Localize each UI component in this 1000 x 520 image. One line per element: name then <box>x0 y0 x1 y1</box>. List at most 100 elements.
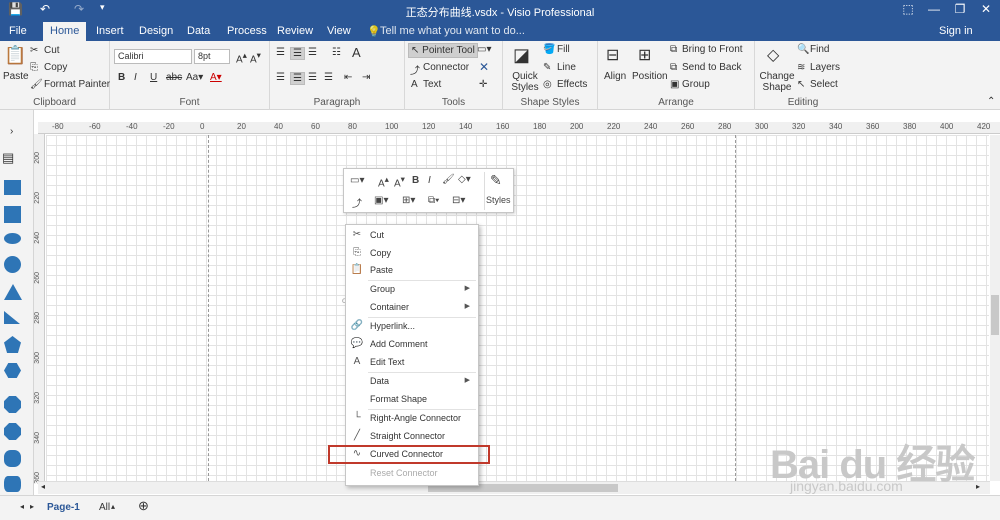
strikethrough-icon[interactable]: abc <box>166 72 182 83</box>
paste-icon[interactable]: 📋 <box>4 45 26 66</box>
menu-item-format-shape[interactable]: Format Shape <box>346 392 478 409</box>
quick-styles-icon[interactable]: ◪ <box>513 45 530 66</box>
pentagon-shape-icon[interactable] <box>4 336 21 353</box>
text-tool-button[interactable]: Text <box>423 79 441 90</box>
underline-icon[interactable]: U <box>150 72 157 83</box>
align-center-icon[interactable]: ☰ <box>290 72 305 85</box>
tab-home[interactable]: Home <box>43 22 87 41</box>
can-shape-icon[interactable] <box>4 476 21 492</box>
scroll-right-icon[interactable]: ▸ <box>976 482 980 491</box>
rectangle-shape-icon[interactable] <box>4 180 21 195</box>
menu-item-paste[interactable]: 📋 Paste <box>346 263 478 280</box>
align-button[interactable]: Align <box>604 71 626 82</box>
font-color-icon[interactable]: A▾ <box>210 72 222 83</box>
align-right-icon[interactable]: ☰ <box>308 72 317 83</box>
connector-tool-icon[interactable]: ⤴ <box>352 195 362 210</box>
font-size-select[interactable]: 8pt <box>194 49 230 64</box>
shrink-font-icon[interactable]: A▾ <box>250 50 261 65</box>
menu-item-cut[interactable]: ✂ Cut <box>346 228 478 245</box>
all-pages-arrow-icon[interactable]: ▴ <box>111 502 115 511</box>
align-top-icon[interactable]: ☰ <box>276 47 285 58</box>
vertical-scroll-thumb[interactable] <box>991 295 999 335</box>
close-button[interactable]: ✕ <box>974 2 998 16</box>
rectangle-shape-icon[interactable]: ▭▾ <box>477 44 491 55</box>
shape-style-icon[interactable]: ◇▾ <box>458 174 471 185</box>
align-middle-icon[interactable]: ☰ <box>290 47 305 60</box>
align-bottom-icon[interactable]: ☰ <box>308 47 317 58</box>
all-pages-tab[interactable]: All <box>99 502 110 513</box>
cut-button[interactable]: Cut <box>44 45 60 56</box>
square-shape-icon[interactable] <box>4 206 21 223</box>
find-button[interactable]: Find <box>810 44 829 55</box>
position-icon[interactable]: ⊞ <box>638 45 651 65</box>
scroll-left-icon[interactable]: ◂ <box>41 482 45 491</box>
fill-button[interactable]: Fill <box>557 44 570 55</box>
drawing-canvas[interactable]: o <box>46 135 989 481</box>
tab-review[interactable]: Review <box>277 25 313 37</box>
menu-item-hyperlink[interactable]: 🔗 Hyperlink... <box>346 319 478 336</box>
line-button[interactable]: Line <box>557 62 576 73</box>
styles-button[interactable]: Styles <box>486 195 511 205</box>
tell-me-box[interactable]: Tell me what you want to do... <box>380 25 525 37</box>
prev-page-icon[interactable]: ◂ <box>20 502 24 511</box>
align-left-icon[interactable]: ☰ <box>276 72 285 83</box>
menu-item-right-angle-connector[interactable]: └ Right-Angle Connector <box>346 411 478 428</box>
line-color-icon[interactable]: ⊞▾ <box>402 195 415 206</box>
menu-item-container[interactable]: Container ▶ <box>346 300 478 317</box>
hexagon-shape-icon[interactable] <box>4 363 21 378</box>
align-shapes-icon[interactable]: ⊟ <box>606 45 619 65</box>
add-page-icon[interactable]: ⊕ <box>138 498 149 514</box>
shrink-font-icon[interactable]: A▾ <box>394 174 405 189</box>
triangle-shape-icon[interactable] <box>4 284 22 300</box>
italic-icon[interactable]: I <box>428 175 431 186</box>
tab-insert[interactable]: Insert <box>96 25 124 37</box>
pointer-tool-button[interactable]: ↖ Pointer Tool <box>408 43 478 58</box>
change-shape-icon[interactable]: ◇ <box>767 45 779 65</box>
text-box-icon[interactable]: ▭▾ <box>350 175 364 186</box>
styles-icon[interactable]: ✎ <box>490 172 502 189</box>
format-painter-button[interactable]: Format Painter <box>44 79 110 90</box>
menu-item-add-comment[interactable]: 💬 Add Comment <box>346 337 478 354</box>
next-page-icon[interactable]: ▸ <box>30 502 34 511</box>
vertical-scrollbar[interactable] <box>990 135 1000 481</box>
grow-font-icon[interactable]: A▴ <box>236 50 247 65</box>
decagon-shape-icon[interactable] <box>4 450 21 467</box>
decrease-indent-icon[interactable]: ⇤ <box>344 72 352 83</box>
collapse-ribbon-icon[interactable]: ⌃ <box>987 96 995 107</box>
tab-data[interactable]: Data <box>187 25 210 37</box>
octagon-shape-icon[interactable] <box>4 423 21 440</box>
italic-icon[interactable]: I <box>134 72 137 83</box>
ellipse-shape-icon[interactable] <box>4 233 21 244</box>
font-name-select[interactable]: Calibri <box>114 49 192 64</box>
group-button[interactable]: Group <box>682 79 710 90</box>
close-x-icon[interactable]: ✕ <box>479 60 489 74</box>
position-button[interactable]: Position <box>632 71 668 82</box>
bold-icon[interactable]: B <box>118 72 125 83</box>
bring-to-front-button[interactable]: Bring to Front <box>682 44 743 55</box>
arrange-icon[interactable]: ⊟▾ <box>452 195 465 206</box>
increase-indent-icon[interactable]: ⇥ <box>362 72 370 83</box>
copy-button[interactable]: Copy <box>44 62 67 73</box>
change-shape-button[interactable]: Change Shape <box>759 71 795 93</box>
expand-pane-icon[interactable]: › <box>10 126 13 137</box>
ribbon-display-icon[interactable]: ⬚ <box>896 2 920 16</box>
heptagon-shape-icon[interactable] <box>4 396 21 413</box>
menu-item-edit-text[interactable]: A Edit Text <box>346 355 478 372</box>
send-to-back-button[interactable]: Send to Back <box>682 62 741 73</box>
maximize-button[interactable]: ❐ <box>948 2 972 16</box>
justify-icon[interactable]: ☰ <box>324 72 333 83</box>
right-triangle-shape-icon[interactable] <box>4 311 20 324</box>
effects-button[interactable]: Effects <box>557 79 587 90</box>
minimize-button[interactable]: — <box>922 2 946 16</box>
bullets-icon[interactable]: ☷ <box>332 47 341 58</box>
menu-item-copy[interactable]: ⎘ Copy <box>346 246 478 263</box>
connection-point-icon[interactable]: ✛ <box>479 79 487 90</box>
grow-font-icon[interactable]: A▴ <box>378 174 389 189</box>
tab-design[interactable]: Design <box>139 25 173 37</box>
shapes-stencil-icon[interactable]: ▤ <box>2 150 14 166</box>
fill-color-icon[interactable]: ▣▾ <box>374 195 388 206</box>
paste-button[interactable]: Paste <box>3 71 29 82</box>
case-icon[interactable]: Aa▾ <box>186 72 203 83</box>
bold-icon[interactable]: B <box>412 175 419 186</box>
page-tab[interactable]: Page-1 <box>47 502 80 513</box>
